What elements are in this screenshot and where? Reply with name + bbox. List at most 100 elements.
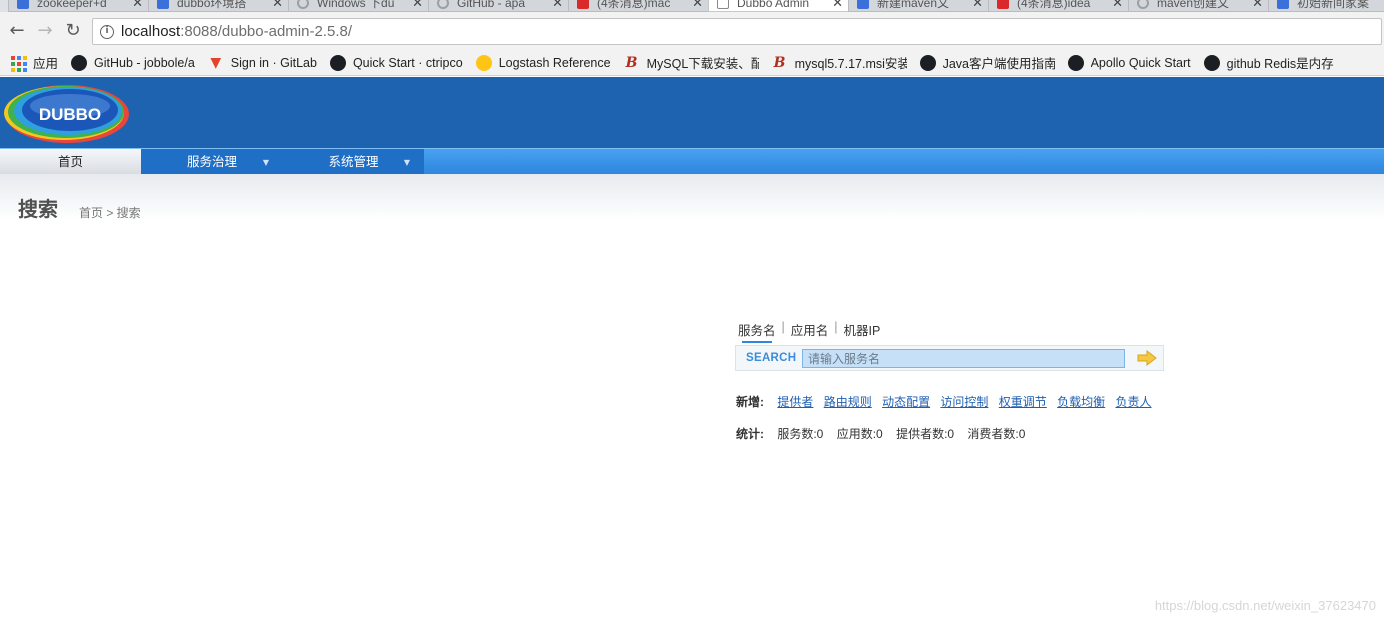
csdn-icon xyxy=(997,0,1009,9)
search-box: SEARCH xyxy=(735,345,1164,371)
close-tab-icon[interactable]: ✕ xyxy=(832,0,843,11)
github-icon xyxy=(919,54,936,71)
menu-system-management[interactable]: 系统管理 ▼ xyxy=(283,149,424,174)
browser-tab[interactable]: 新建maven文 ✕ xyxy=(848,0,990,12)
stat-services: 服务数:0 xyxy=(777,427,824,441)
tab-title: maven创建文 xyxy=(1157,0,1230,10)
tab-separator: | xyxy=(781,320,785,334)
browser-tab[interactable]: 初始新间家案 xyxy=(1268,0,1384,12)
baidu-paw-icon xyxy=(157,0,169,9)
add-label: 新增: xyxy=(736,395,764,409)
add-dynamic-config-link[interactable]: 动态配置 xyxy=(882,395,930,409)
tab-title: GitHub - apa xyxy=(457,0,526,10)
browser-tab[interactable]: zookeeper+d ✕ xyxy=(8,0,150,12)
url-host: localhost xyxy=(121,23,181,40)
logo-text: DUBBO xyxy=(39,105,101,124)
add-provider-link[interactable]: 提供者 xyxy=(777,395,813,409)
bookmark-label: mysql5.7.17.msi安装 xyxy=(794,57,907,71)
tab-title: Windows 下du xyxy=(317,0,395,10)
browser-tab-active[interactable]: Dubbo Admin ✕ xyxy=(708,0,850,12)
page-title: 搜索 xyxy=(18,199,58,221)
bookmark-item[interactable]: GitHub - jobbole/a xyxy=(71,54,195,71)
close-tab-icon[interactable]: ✕ xyxy=(272,0,283,11)
bookmark-label: Apollo Quick Start xyxy=(1090,55,1191,70)
tab-service-name[interactable]: 服务名 xyxy=(738,320,776,343)
menu-label: 服务治理 xyxy=(186,155,237,169)
baidu-paw-icon xyxy=(1277,0,1289,9)
tab-machine-ip[interactable]: 机器IP xyxy=(844,320,881,339)
baidu-paw-icon xyxy=(857,0,869,9)
github-icon xyxy=(71,54,88,71)
main-menu: 首页 服务治理 ▼ 系统管理 ▼ xyxy=(0,148,1384,174)
add-access-control-link[interactable]: 访问控制 xyxy=(940,395,988,409)
stat-providers: 提供者数:0 xyxy=(896,427,955,441)
breadcrumb: 首页 > 搜索 xyxy=(79,206,141,220)
caret-down-icon: ▼ xyxy=(403,158,410,167)
watermark: https://blog.csdn.net/weixin_37623470 xyxy=(1154,598,1376,613)
close-tab-icon[interactable]: ✕ xyxy=(1112,0,1123,11)
search-type-tabs: 服务名 | 应用名 | 机器IP xyxy=(738,320,881,343)
address-bar[interactable]: i localhost:8088/dubbo-admin-2.5.8/ xyxy=(92,18,1382,45)
bookmark-apps[interactable]: 应用 xyxy=(10,53,58,72)
tab-application-name[interactable]: 应用名 xyxy=(791,320,829,339)
dubbo-logo[interactable]: DUBBO xyxy=(2,80,132,144)
forward-arrow-icon[interactable]: → xyxy=(34,20,56,42)
bookmark-item[interactable]: B mysql5.7.17.msi安装 xyxy=(772,53,907,72)
site-info-icon[interactable]: i xyxy=(100,24,114,39)
browser-tab[interactable]: (4条消息)mac ✕ xyxy=(568,0,710,12)
browser-tab[interactable]: Windows 下du ✕ xyxy=(288,0,430,12)
browser-tab[interactable]: GitHub - apa ✕ xyxy=(428,0,570,12)
menu-home[interactable]: 首页 xyxy=(0,149,141,174)
url-text[interactable]: localhost:8088/dubbo-admin-2.5.8/ xyxy=(121,23,352,40)
add-owner-link[interactable]: 负责人 xyxy=(1116,395,1152,409)
close-tab-icon[interactable]: ✕ xyxy=(1252,0,1263,11)
bookmark-item[interactable]: Logstash Reference xyxy=(475,54,611,71)
github-icon xyxy=(1067,54,1084,71)
bookmark-item[interactable]: ▼ Sign in · GitLab xyxy=(208,55,317,71)
arrow-right-icon[interactable] xyxy=(1137,349,1157,367)
close-tab-icon[interactable]: ✕ xyxy=(972,0,983,11)
bookmark-label: Java客户端使用指南 xyxy=(942,57,1055,71)
loading-spinner-icon xyxy=(1137,0,1149,9)
bootcss-icon: B xyxy=(773,54,786,71)
browser-toolbar: ← → ↻ i localhost:8088/dubbo-admin-2.5.8… xyxy=(0,12,1384,50)
menu-service-governance[interactable]: 服务治理 ▼ xyxy=(141,149,283,174)
search-input[interactable] xyxy=(802,349,1125,368)
github-icon xyxy=(329,54,346,71)
bookmark-item[interactable]: Quick Start · ctripco xyxy=(329,54,463,71)
loading-spinner-icon xyxy=(437,0,449,9)
bookmark-item[interactable]: B MySQL下载安装、配 xyxy=(624,53,759,72)
browser-tab[interactable]: dubbo环境搭 ✕ xyxy=(148,0,290,12)
tab-title: (4条消息)mac xyxy=(597,0,671,10)
csdn-icon xyxy=(577,0,589,9)
tab-title: dubbo环境搭 xyxy=(177,0,247,10)
reload-icon[interactable]: ↻ xyxy=(62,20,84,42)
search-label: SEARCH xyxy=(746,352,797,364)
bookmark-item[interactable]: Java客户端使用指南 xyxy=(919,53,1055,72)
bookmark-item[interactable]: Apollo Quick Start xyxy=(1067,54,1191,71)
browser-tab[interactable]: maven创建文 ✕ xyxy=(1128,0,1270,12)
menu-label: 系统管理 xyxy=(328,155,379,169)
close-tab-icon[interactable]: ✕ xyxy=(692,0,703,11)
url-path: :8088/dubbo-admin-2.5.8/ xyxy=(180,23,352,40)
add-route-rule-link[interactable]: 路由规则 xyxy=(824,395,872,409)
bookmark-label: Quick Start · ctripco xyxy=(352,55,463,70)
close-tab-icon[interactable]: ✕ xyxy=(412,0,423,11)
close-tab-icon[interactable]: ✕ xyxy=(132,0,143,11)
bookmark-label: Sign in · GitLab xyxy=(230,55,317,70)
tab-title: 初始新间家案 xyxy=(1297,0,1370,10)
browser-tab[interactable]: (4条消息)idea ✕ xyxy=(988,0,1130,12)
bookmarks-bar: 应用 GitHub - jobbole/a ▼ Sign in · GitLab… xyxy=(0,50,1384,76)
bookmark-label: 应用 xyxy=(33,57,59,71)
add-load-balance-link[interactable]: 负载均衡 xyxy=(1057,395,1105,409)
back-arrow-icon[interactable]: ← xyxy=(6,20,28,42)
tab-separator: | xyxy=(834,320,838,334)
loading-spinner-icon xyxy=(297,0,309,9)
browser-tab-strip: zookeeper+d ✕ dubbo环境搭 ✕ Windows 下du ✕ G… xyxy=(0,0,1384,12)
apps-grid-icon xyxy=(10,55,27,72)
bookmark-item[interactable]: github Redis是内存 xyxy=(1203,53,1334,72)
gitlab-icon: ▼ xyxy=(210,54,222,71)
add-weight-link[interactable]: 权重调节 xyxy=(999,395,1047,409)
close-tab-icon[interactable]: ✕ xyxy=(552,0,563,11)
page-icon xyxy=(717,0,729,9)
